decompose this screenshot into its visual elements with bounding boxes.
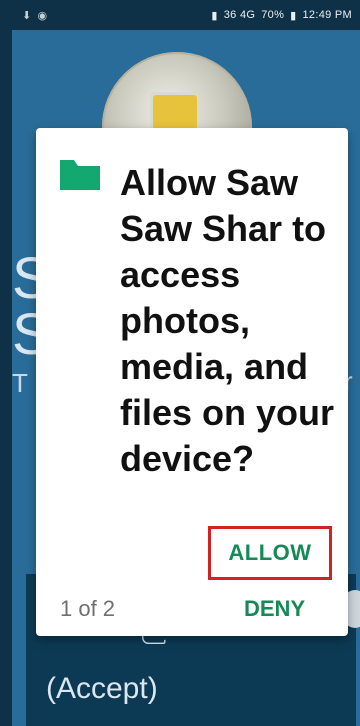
dialog-counter: 1 of 2	[60, 596, 116, 621]
background-char: T	[12, 368, 28, 398]
battery-text: 70%	[261, 9, 285, 21]
signal-text: 36 4G	[223, 9, 256, 21]
status-icons-right: ▮ 36 4G 70% ▮ 12:49 PM	[211, 9, 352, 22]
allow-button[interactable]: ALLOW	[208, 526, 332, 580]
volume-icon: ◉	[37, 9, 48, 22]
left-edge	[0, 0, 12, 726]
notification-icon: ⬇	[22, 9, 32, 22]
battery-icon: ▮	[290, 9, 297, 22]
dialog-title: Allow Saw Saw Shar to access photos, med…	[120, 162, 335, 479]
accept-button[interactable]: (Accept)	[46, 672, 158, 706]
status-icons-left: ⬇ ◉	[22, 9, 47, 22]
signal-icon: ▮	[211, 9, 218, 22]
time-text: 12:49 PM	[302, 9, 352, 21]
deny-button[interactable]: DENY	[244, 596, 305, 622]
folder-icon	[60, 160, 100, 190]
status-bar: ⬇ ◉ ▮ 36 4G 70% ▮ 12:49 PM	[12, 0, 360, 30]
